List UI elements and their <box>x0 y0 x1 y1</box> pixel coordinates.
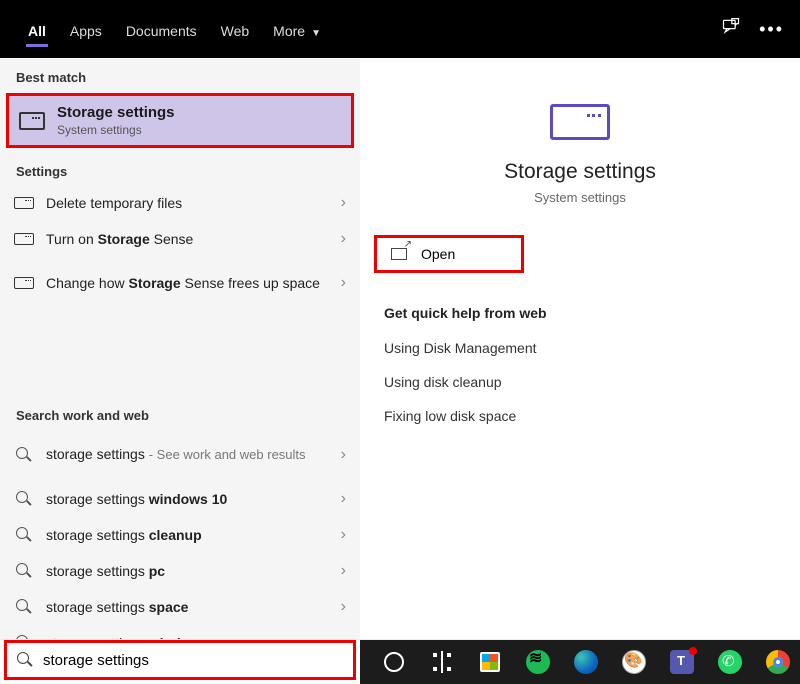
open-label: Open <box>421 246 455 262</box>
paint-icon[interactable] <box>620 648 648 676</box>
more-options-icon[interactable]: ••• <box>759 19 784 40</box>
search-icon <box>17 652 33 668</box>
detail-subtitle: System settings <box>360 190 800 205</box>
tab-web[interactable]: Web <box>209 13 262 45</box>
results-pane: Best match Storage settings System setti… <box>0 58 360 639</box>
web-suggest-item[interactable]: storage settings pc › <box>0 553 360 589</box>
help-link[interactable]: Using disk cleanup <box>360 365 800 399</box>
cortana-icon[interactable] <box>380 648 408 676</box>
item-label: storage settings windows <box>46 634 333 639</box>
search-input[interactable] <box>43 652 343 669</box>
storage-icon <box>19 112 45 130</box>
search-tabs: All Apps Documents Web More▼ ••• <box>0 0 800 58</box>
taskbar <box>360 640 800 684</box>
feedback-icon[interactable] <box>721 17 741 42</box>
task-view-icon[interactable] <box>428 648 456 676</box>
chevron-down-icon: ▼ <box>311 28 321 39</box>
settings-item[interactable]: Delete temporary files › <box>0 185 360 221</box>
section-web: Search work and web <box>0 396 360 429</box>
search-icon <box>16 491 32 507</box>
help-link[interactable]: Fixing low disk space <box>360 399 800 433</box>
detail-pane: Storage settings System settings Open Ge… <box>360 58 800 639</box>
web-suggest-item[interactable]: storage settings - See work and web resu… <box>0 429 360 481</box>
tab-all[interactable]: All <box>16 13 58 45</box>
drive-icon <box>14 197 34 209</box>
best-match-subtitle: System settings <box>57 123 175 137</box>
chevron-right-icon: › <box>341 526 346 544</box>
drive-icon <box>14 277 34 289</box>
help-header: Get quick help from web <box>360 301 800 331</box>
help-link[interactable]: Using Disk Management <box>360 331 800 365</box>
chrome-icon[interactable] <box>764 648 792 676</box>
item-label: storage settings windows 10 <box>46 490 333 508</box>
settings-list: Delete temporary files›Turn on Storage S… <box>0 185 360 396</box>
chevron-right-icon: › <box>341 598 346 616</box>
section-best-match: Best match <box>0 58 360 91</box>
settings-item[interactable]: Change how Storage Sense frees up space › <box>0 257 360 309</box>
open-icon <box>391 248 407 260</box>
chevron-right-icon: › <box>341 490 346 508</box>
tab-more[interactable]: More▼ <box>261 13 333 45</box>
whatsapp-icon[interactable] <box>716 648 744 676</box>
settings-item[interactable]: Turn on Storage Sense › <box>0 221 360 257</box>
chevron-right-icon: › <box>341 274 346 292</box>
drive-icon <box>14 233 34 245</box>
chevron-right-icon: › <box>341 194 346 212</box>
chevron-right-icon: › <box>341 634 346 639</box>
chevron-right-icon: › <box>341 446 346 464</box>
best-match-item[interactable]: Storage settings System settings <box>6 93 354 148</box>
teams-icon[interactable] <box>668 648 696 676</box>
item-label: Turn on Storage Sense <box>46 230 333 248</box>
section-settings: Settings <box>0 152 360 185</box>
item-label: storage settings cleanup <box>46 526 333 544</box>
web-suggest-item[interactable]: storage settings space › <box>0 589 360 625</box>
web-suggest-item[interactable]: storage settings windows 10 › <box>0 481 360 517</box>
search-icon <box>16 599 32 615</box>
search-icon <box>16 527 32 543</box>
tab-documents[interactable]: Documents <box>114 13 209 45</box>
detail-title: Storage settings <box>360 160 800 184</box>
spotify-icon[interactable] <box>524 648 552 676</box>
best-match-title: Storage settings <box>57 104 175 121</box>
search-icon <box>16 635 32 639</box>
item-label: storage settings pc <box>46 562 333 580</box>
storage-detail-icon <box>550 104 610 140</box>
open-button[interactable]: Open <box>374 235 524 273</box>
item-label: storage settings - See work and web resu… <box>46 445 333 464</box>
web-list: storage settings - See work and web resu… <box>0 429 360 640</box>
item-label: Delete temporary files <box>46 194 333 212</box>
chevron-right-icon: › <box>341 230 346 248</box>
web-suggest-item[interactable]: storage settings cleanup › <box>0 517 360 553</box>
search-icon <box>16 563 32 579</box>
item-label: Change how Storage Sense frees up space <box>46 274 333 292</box>
search-icon <box>16 447 32 463</box>
search-box[interactable] <box>4 640 356 680</box>
chevron-right-icon: › <box>341 562 346 580</box>
edge-icon[interactable] <box>572 648 600 676</box>
store-icon[interactable] <box>476 648 504 676</box>
web-suggest-item[interactable]: storage settings windows › <box>0 625 360 639</box>
item-label: storage settings space <box>46 598 333 616</box>
tab-apps[interactable]: Apps <box>58 13 114 45</box>
